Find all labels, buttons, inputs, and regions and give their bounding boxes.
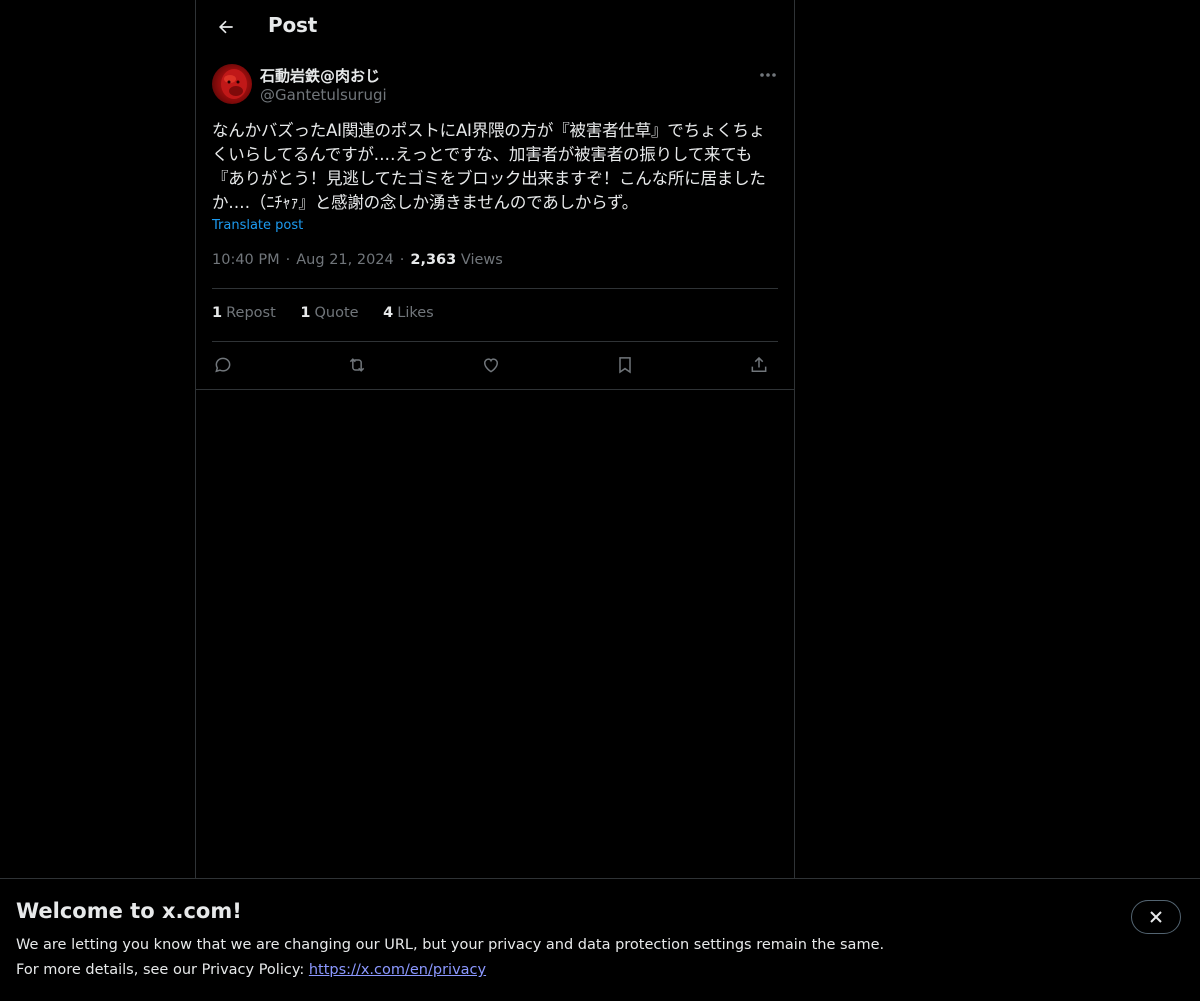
separator-dot: ·: [285, 252, 291, 268]
divider: [212, 288, 778, 289]
post-text: なんかバズったAI関連のポストにAI界隈の方が『被害者仕草』でちょくちょくいらし…: [212, 121, 766, 212]
post-date[interactable]: Aug 21, 2024: [296, 252, 394, 268]
likes-label: Likes: [397, 305, 434, 321]
author-handle[interactable]: @Gantetulsurugi: [260, 86, 387, 104]
reposts-label: Repost: [226, 305, 276, 321]
bookmark-icon: [619, 357, 631, 374]
bookmark-button[interactable]: [607, 347, 643, 383]
views-label: Views: [460, 252, 503, 268]
quotes-stat[interactable]: 1 Quote: [300, 305, 358, 321]
share-icon: [751, 356, 767, 372]
close-icon: [1150, 911, 1162, 923]
avatar-image: [221, 69, 247, 99]
author-display-name[interactable]: 石動岩鉄@肉おじ: [260, 65, 380, 86]
welcome-banner: Welcome to x.com! We are letting you kno…: [0, 878, 1200, 1001]
reply-icon: [215, 357, 231, 373]
engagement-stats: 1 Repost 1 Quote 4 Likes: [212, 305, 454, 321]
repost-icon: [349, 358, 365, 372]
repost-button[interactable]: [339, 347, 375, 383]
reposts-stat[interactable]: 1 Repost: [212, 305, 276, 321]
likes-stat[interactable]: 4 Likes: [383, 305, 434, 321]
quotes-label: Quote: [314, 305, 359, 321]
banner-message: We are letting you know that we are chan…: [16, 937, 885, 953]
page-title: Post: [268, 13, 318, 37]
separator-dot: ·: [399, 252, 405, 268]
post-time[interactable]: 10:40 PM: [212, 252, 280, 268]
more-options-button[interactable]: [752, 62, 784, 88]
translate-post-link[interactable]: Translate post: [212, 218, 303, 233]
reply-button[interactable]: [205, 347, 241, 383]
reposts-count: 1: [212, 305, 223, 321]
arrow-left-icon: [218, 20, 233, 34]
like-icon: [483, 358, 499, 373]
share-button[interactable]: [741, 347, 777, 383]
like-button[interactable]: [473, 347, 509, 383]
action-bar: [212, 347, 778, 383]
banner-privacy-prefix: For more details, see our Privacy Policy…: [16, 962, 309, 978]
top-bar: Post: [196, 0, 794, 54]
banner-privacy-line: For more details, see our Privacy Policy…: [16, 962, 486, 978]
privacy-policy-link[interactable]: https://x.com/en/privacy: [309, 962, 486, 978]
post-meta: 10:40 PM · Aug 21, 2024 · 2,363 Views: [212, 252, 503, 268]
main-column: Post 石動岩鉄@肉おじ @Gantetulsurugi なんかバズったAI関…: [195, 0, 795, 1000]
back-button[interactable]: [208, 9, 244, 45]
divider: [196, 389, 794, 390]
avatar[interactable]: [212, 64, 252, 104]
likes-count: 4: [383, 305, 394, 321]
divider: [212, 341, 778, 342]
more-icon: [760, 73, 776, 77]
close-banner-button[interactable]: [1131, 900, 1181, 934]
views-count: 2,363: [410, 252, 457, 268]
banner-title: Welcome to x.com!: [16, 899, 242, 923]
quotes-count: 1: [300, 305, 311, 321]
